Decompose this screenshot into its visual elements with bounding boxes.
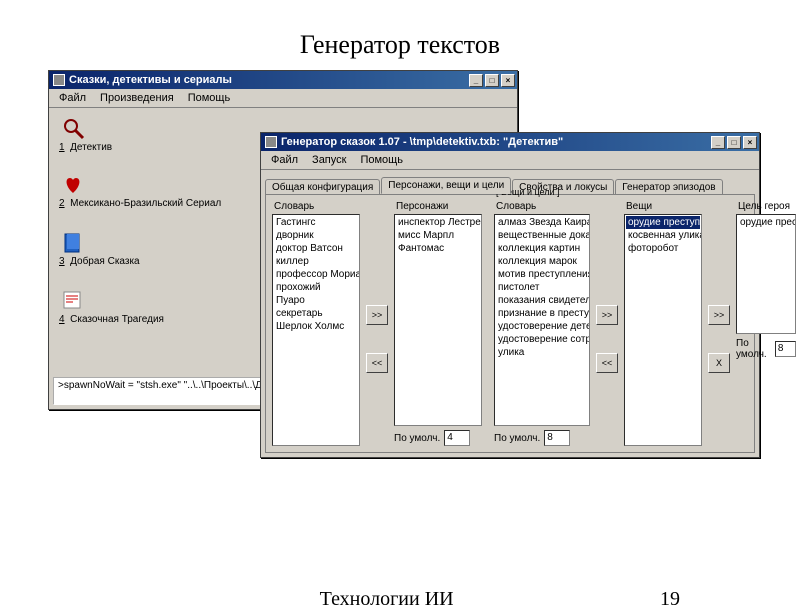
shortcut-serial[interactable]: 2 Мексикано-Бразильский Сериал bbox=[59, 172, 229, 209]
shortcut-tragedy[interactable]: 4 Сказочная Трагедия bbox=[59, 288, 229, 325]
label-characters: Персонажи bbox=[396, 201, 482, 212]
tab-characters-things-goals[interactable]: Персонажи, вещи и цели bbox=[381, 177, 511, 194]
listbox-hero-goal[interactable]: орудие преступления bbox=[736, 214, 796, 334]
window2-body: Общая конфигурация Персонажи, вещи и цел… bbox=[261, 170, 759, 457]
label-dictionary-2: Словарь bbox=[496, 201, 536, 212]
menubar-w2: Файл Запуск Помощь bbox=[261, 151, 759, 170]
list-item[interactable]: коллекция картин bbox=[496, 242, 588, 255]
label-dictionary-1: Словарь bbox=[274, 201, 360, 212]
app-icon bbox=[265, 136, 277, 148]
default-label-1: По умолч. bbox=[394, 433, 440, 444]
menu-run[interactable]: Запуск bbox=[306, 153, 352, 167]
maximize-button[interactable]: □ bbox=[727, 136, 741, 149]
title-text: Генератор сказок 1.07 - \tmp\detektiv.tx… bbox=[281, 136, 707, 148]
list-item[interactable]: Гастингс bbox=[274, 216, 358, 229]
list-item[interactable]: Шерлок Холмс bbox=[274, 320, 358, 333]
titlebar-w2[interactable]: Генератор сказок 1.07 - \tmp\detektiv.tx… bbox=[261, 133, 759, 151]
menu-help[interactable]: Помощь bbox=[354, 153, 409, 167]
list-item[interactable]: пистолет bbox=[496, 281, 588, 294]
book-icon bbox=[61, 230, 85, 254]
list-item[interactable]: признание в преступле bbox=[496, 307, 588, 320]
move-left-button[interactable]: << bbox=[596, 353, 618, 373]
maximize-button[interactable]: □ bbox=[485, 74, 499, 87]
listbox-dictionary-1[interactable]: Гастингсдворникдоктор Ватсонкиллерпрофес… bbox=[272, 214, 360, 446]
slide-title: Генератор текстов bbox=[0, 0, 800, 70]
transfer-buttons-1: >> << bbox=[366, 201, 388, 446]
shortcut-fairytale[interactable]: 3 Добрая Сказка bbox=[59, 230, 229, 267]
list-item[interactable]: удостоверение детект bbox=[496, 320, 588, 333]
default-label-2: По умолч. bbox=[494, 433, 540, 444]
menu-works[interactable]: Произведения bbox=[94, 91, 180, 105]
listbox-characters[interactable]: инспектор Лестрейдмисс МарплФантомас bbox=[394, 214, 482, 426]
titlebar-w1[interactable]: Сказки, детективы и сериалы _ □ × bbox=[49, 71, 517, 89]
list-item[interactable]: вещественные доказа bbox=[496, 229, 588, 242]
move-right-button[interactable]: >> bbox=[708, 305, 730, 325]
transfer-buttons-3: >> X bbox=[708, 201, 730, 446]
shortcut-detective[interactable]: 1 Детектив bbox=[59, 116, 229, 153]
menu-file[interactable]: Файл bbox=[53, 91, 92, 105]
list-item[interactable]: фоторобот bbox=[626, 242, 700, 255]
list-item[interactable]: улика bbox=[496, 346, 588, 359]
app-icon bbox=[53, 74, 65, 86]
list-item[interactable]: Фантомас bbox=[396, 242, 480, 255]
shortcut-label: 2 Мексикано-Бразильский Сериал bbox=[59, 198, 221, 209]
list-item[interactable]: доктор Ватсон bbox=[274, 242, 358, 255]
transfer-buttons-2: >> << bbox=[596, 201, 618, 446]
minimize-button[interactable]: _ bbox=[711, 136, 725, 149]
listbox-dictionary-2[interactable]: алмаз Звезда Каиравещественные доказакол… bbox=[494, 214, 590, 426]
close-button[interactable]: × bbox=[743, 136, 757, 149]
list-item[interactable]: профессор Мориарти bbox=[274, 268, 358, 281]
list-item[interactable]: удостоверение сотрудн bbox=[496, 333, 588, 346]
scroll-icon bbox=[61, 288, 85, 312]
tabstrip: Общая конфигурация Персонажи, вещи и цел… bbox=[265, 174, 755, 194]
list-item[interactable]: инспектор Лестрейд bbox=[396, 216, 480, 229]
list-item[interactable]: дворник bbox=[274, 229, 358, 242]
listbox-things[interactable]: орудие преступлениякосвенная уликафоторо… bbox=[624, 214, 702, 446]
default-field-3[interactable]: 8 bbox=[775, 341, 796, 357]
list-item[interactable]: показания свидетеля bbox=[496, 294, 588, 307]
tab-panel: Словарь Гастингсдворникдоктор Ватсонкилл… bbox=[265, 194, 755, 453]
list-item[interactable]: коллекция марок bbox=[496, 255, 588, 268]
remove-button[interactable]: X bbox=[708, 353, 730, 373]
minimize-button[interactable]: _ bbox=[469, 74, 483, 87]
default-field-1[interactable]: 4 bbox=[444, 430, 470, 446]
default-label-3: По умолч. bbox=[736, 338, 771, 360]
label-hero-goal: Цель героя bbox=[738, 201, 796, 212]
title-text: Сказки, детективы и сериалы bbox=[69, 74, 465, 86]
magnifier-icon bbox=[61, 116, 85, 140]
list-item[interactable]: секретарь bbox=[274, 307, 358, 320]
list-item[interactable]: прохожий bbox=[274, 281, 358, 294]
menu-help[interactable]: Помощь bbox=[182, 91, 237, 105]
heart-icon bbox=[61, 172, 85, 196]
label-things: Вещи bbox=[626, 201, 702, 212]
list-item[interactable]: орудие преступления bbox=[738, 216, 794, 229]
list-item[interactable]: косвенная улика bbox=[626, 229, 700, 242]
list-item[interactable]: алмаз Звезда Каира bbox=[496, 216, 588, 229]
default-field-2[interactable]: 8 bbox=[544, 430, 570, 446]
move-right-button[interactable]: >> bbox=[366, 305, 388, 325]
list-item[interactable]: мотив преступления bbox=[496, 268, 588, 281]
tab-episode-generator[interactable]: Генератор эпизодов bbox=[615, 179, 722, 195]
move-left-button[interactable]: << bbox=[366, 353, 388, 373]
move-right-button[interactable]: >> bbox=[596, 305, 618, 325]
menu-file[interactable]: Файл bbox=[265, 153, 304, 167]
close-button[interactable]: × bbox=[501, 74, 515, 87]
shortcut-label: 4 Сказочная Трагедия bbox=[59, 314, 164, 325]
shortcut-label: 1 Детектив bbox=[59, 142, 112, 153]
list-item[interactable]: киллер bbox=[274, 255, 358, 268]
stage: Сказки, детективы и сериалы _ □ × Файл П… bbox=[0, 70, 800, 510]
menubar-w1: Файл Произведения Помощь bbox=[49, 89, 517, 108]
window-generator: Генератор сказок 1.07 - \tmp\detektiv.tx… bbox=[260, 132, 760, 458]
shortcut-label: 3 Добрая Сказка bbox=[59, 256, 140, 267]
tab-general-config[interactable]: Общая конфигурация bbox=[265, 179, 380, 195]
list-item[interactable]: Пуаро bbox=[274, 294, 358, 307]
list-item[interactable]: мисс Марпл bbox=[396, 229, 480, 242]
list-item[interactable]: орудие преступления bbox=[626, 216, 700, 229]
